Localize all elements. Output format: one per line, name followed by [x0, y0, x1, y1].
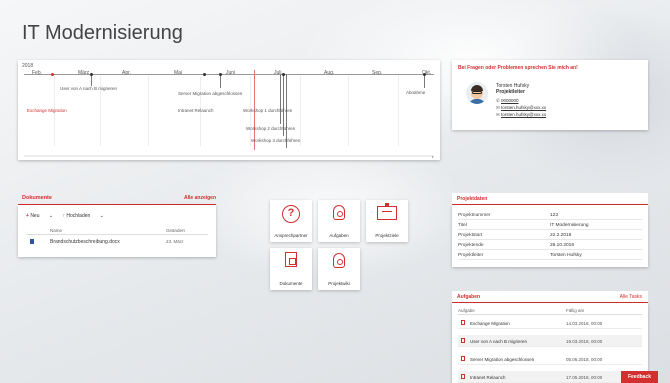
- contact-email[interactable]: ✉torsten.hufsky@xxx.xx: [496, 112, 546, 118]
- contact-phone[interactable]: ✆0000000: [496, 98, 519, 104]
- tasks-column-header: Aufgabe Fällig am: [458, 307, 642, 315]
- timeline-pin: [280, 74, 281, 124]
- avatar: [466, 82, 488, 104]
- timeline-milestone-dot[interactable]: [282, 73, 285, 76]
- timeline-event[interactable]: Workshop 1 durchführen: [243, 108, 292, 113]
- timeline-milestone-dot[interactable]: [90, 73, 93, 76]
- show-all-link[interactable]: Alle anzeigen: [184, 195, 216, 201]
- task-icon: [461, 356, 465, 361]
- timeline-milestone-dot[interactable]: [51, 73, 54, 76]
- task-row[interactable]: Server Migration abgeschlossen 05.06.2018…: [458, 353, 642, 365]
- documents-panel: + Neu ⌄ ↑ Hochladen ⌄ Name Geändert Bran…: [18, 205, 216, 257]
- timeline-milestone-dot[interactable]: [203, 73, 206, 76]
- timeline-gridline: [348, 76, 349, 146]
- project-data-row: Projektleiter Torsten Hufsky: [458, 251, 642, 260]
- timeline-scrollbar[interactable]: ▸: [24, 154, 434, 159]
- document-changed: 23. März: [166, 239, 184, 244]
- contact-heading: Bei Fragen oder Problemen sprechen Sie m…: [458, 65, 578, 71]
- question-icon: ?: [282, 205, 300, 223]
- column-name[interactable]: Name: [50, 228, 62, 233]
- timeline-month: Aug.: [324, 70, 335, 76]
- timeline-month: März: [78, 70, 90, 76]
- project-data-row: Projektende 26.10.2018: [458, 241, 642, 250]
- timeline-event[interactable]: Abnahme: [406, 90, 425, 95]
- timeline-gridline: [398, 76, 399, 146]
- upload-icon: ↑: [62, 213, 65, 219]
- documents-header: Dokumente Alle anzeigen: [18, 193, 216, 205]
- timeline-event[interactable]: Workshop 3 durchführen: [251, 138, 300, 143]
- task-icon: [461, 338, 465, 343]
- tile-aufgaben[interactable]: Aufgaben: [318, 200, 360, 242]
- documents-title: Dokumente: [22, 195, 52, 201]
- task-row[interactable]: Exchange Migration 14.03.2018, 00:00: [458, 317, 642, 329]
- page-title: IT Modernisierung: [22, 22, 183, 44]
- timeline-milestone-dot[interactable]: [423, 73, 426, 76]
- tile-dokumente[interactable]: Dokumente: [270, 248, 312, 290]
- project-data-row: Projektstart 22.2.2018: [458, 231, 642, 240]
- timeline-gridline: [300, 76, 301, 146]
- timeline-year: 2018: [22, 63, 34, 69]
- documents-column-header: Name Geändert: [26, 227, 208, 235]
- word-file-icon: [30, 239, 34, 244]
- scroll-arrow-icon[interactable]: ▸: [432, 154, 434, 159]
- project-data-row: Titel IT Modernisierung: [458, 221, 642, 230]
- timeline-month: Juni: [226, 70, 236, 76]
- task-row[interactable]: Intranet Relaunch 17.05.2018, 00:00: [458, 371, 642, 383]
- document-name[interactable]: Brandschutzbeschreibung.docx: [50, 239, 120, 245]
- timeline-event[interactable]: Workshop 2 durchführen: [246, 126, 295, 131]
- contact-email[interactable]: ✉torsten.hufsky@xxx.xx: [496, 105, 546, 111]
- feedback-button[interactable]: Feedback: [621, 371, 658, 383]
- contact-role: Projektleiter: [496, 89, 525, 95]
- task-row[interactable]: User von A nach B migrieren 19.03.2018, 0…: [458, 335, 642, 347]
- contact-card: Bei Fragen oder Problemen sprechen Sie m…: [452, 60, 648, 130]
- task-icon: [461, 374, 465, 379]
- column-changed[interactable]: Geändert: [166, 228, 185, 233]
- timeline-event[interactable]: Exchange Migration: [27, 108, 67, 113]
- new-button[interactable]: + Neu ⌄: [26, 213, 53, 219]
- tile-projektziele[interactable]: Projektziele: [366, 200, 408, 242]
- document-icon: [285, 252, 297, 267]
- plus-icon: +: [26, 213, 29, 219]
- project-data-panel: Projektnummer 123 Titel IT Modernisierung …: [452, 205, 648, 267]
- timeline-month: Sep.: [372, 70, 383, 76]
- tasks-panel: Aufgabe Fällig am Exchange Migration 14.0…: [452, 303, 648, 383]
- project-data-row: Projektnummer 123: [458, 211, 642, 220]
- timeline-pin: [424, 74, 425, 88]
- timeline-event[interactable]: User von A nach B migrieren: [60, 86, 117, 91]
- documents-toolbar: + Neu ⌄ ↑ Hochladen ⌄: [26, 213, 112, 219]
- timeline-month: Apr.: [122, 70, 131, 76]
- timeline-gridline: [148, 76, 149, 146]
- tile-projektwiki[interactable]: Projektwiki: [318, 248, 360, 290]
- lightbulb-icon: [333, 205, 345, 220]
- all-tasks-link[interactable]: Alle Tasks: [620, 294, 642, 300]
- tasks-title: Aufgaben: [457, 294, 481, 300]
- project-data-header: Projektdaten: [452, 193, 648, 205]
- timeline-milestone-dot[interactable]: [219, 73, 222, 76]
- timeline-month: Feb.: [32, 70, 43, 76]
- timeline-month: Mai: [174, 70, 183, 76]
- tile-ansprechpartner[interactable]: ? Ansprechpartner: [270, 200, 312, 242]
- timeline-pin: [220, 74, 221, 88]
- upload-button[interactable]: ↑ Hochladen ⌄: [62, 213, 103, 219]
- presentation-board-icon: [377, 203, 397, 220]
- project-timeline[interactable]: 2018 Feb. März Apr. Mai Juni Juli Aug. S…: [18, 60, 440, 160]
- document-row[interactable]: Brandschutzbeschreibung.docx 23. März: [26, 238, 208, 247]
- tasks-header: Aufgaben Alle Tasks: [452, 291, 648, 303]
- lightbulb-icon: [333, 253, 345, 268]
- task-icon: [461, 320, 465, 325]
- timeline-event[interactable]: Server Migration abgeschlossen: [178, 91, 242, 96]
- timeline-event[interactable]: Intranet Relaunch: [178, 108, 214, 113]
